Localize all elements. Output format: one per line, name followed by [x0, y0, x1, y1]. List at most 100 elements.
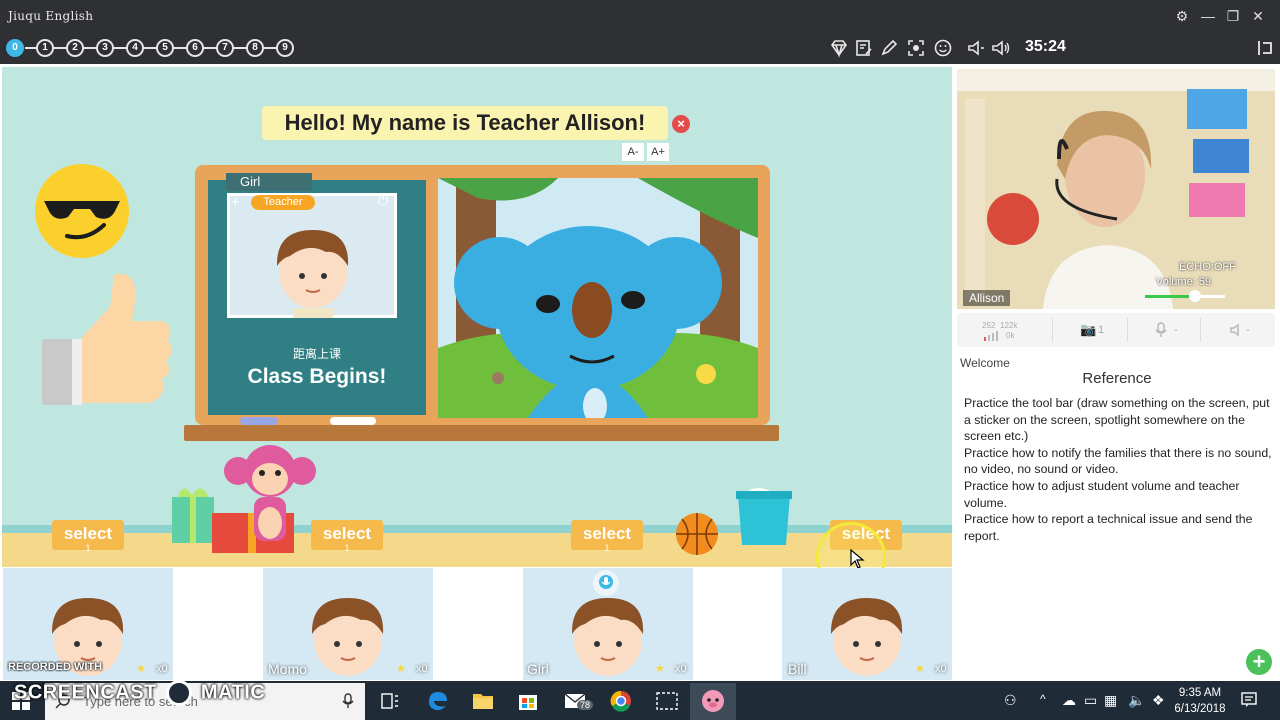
teacher-role-badge: Teacher [251, 195, 315, 210]
select-slot-count: 1 [344, 543, 350, 553]
watermark-screencast: SCREENCAST [14, 681, 157, 704]
teacher-webcam-feed [957, 69, 1275, 309]
thumbs-up-sticker[interactable] [38, 267, 178, 417]
basketball-sticker[interactable] [674, 511, 720, 557]
student-name: Bill [788, 661, 807, 677]
sticker-smile-icon[interactable] [932, 37, 954, 59]
step-6[interactable]: 6 [186, 39, 204, 57]
step-8[interactable]: 8 [246, 39, 264, 57]
microphone-active-icon [599, 575, 613, 589]
divider [1052, 318, 1053, 342]
file-explorer-icon[interactable] [466, 686, 500, 716]
speaker-icon[interactable] [1229, 323, 1243, 337]
clock-time: 9:35 AM [1178, 687, 1222, 699]
clock-date: 6/13/2018 [1174, 703, 1226, 715]
step-3[interactable]: 3 [96, 39, 114, 57]
volume-down-icon[interactable] [965, 37, 987, 59]
reference-notes: Practice the tool bar (draw something on… [964, 395, 1272, 544]
edge-browser-icon[interactable] [421, 686, 455, 716]
restore-button[interactable]: ❐ [1223, 6, 1243, 26]
edit-document-icon[interactable] [853, 37, 875, 59]
close-window-button[interactable]: ✕ [1248, 6, 1268, 26]
student-avatar [571, 598, 644, 676]
system-clock[interactable]: 9:35 AM 6/13/2018 [1170, 685, 1230, 717]
add-button[interactable]: + [1246, 649, 1272, 675]
webcam-name-label: Allison [963, 290, 1011, 306]
step-4[interactable]: 4 [126, 39, 144, 57]
jiuqu-app-icon[interactable] [696, 686, 730, 716]
star-icon: ★ [915, 663, 925, 675]
class-status: Class Begins! [247, 365, 387, 388]
volume-label: Volume: 59 [1156, 276, 1212, 288]
dropbox-icon[interactable]: ❖ [1152, 692, 1165, 709]
reference-line: Practice how to report a technical issue… [964, 512, 1253, 543]
student-avatar [311, 598, 384, 676]
lesson-video-scene[interactable] [438, 178, 758, 418]
show-hidden-icons-chevron-up-icon[interactable]: ^ [1040, 692, 1046, 706]
step-1[interactable]: 1 [36, 39, 54, 57]
step-0[interactable]: 0 [6, 39, 24, 57]
battery-icon[interactable]: ▭ [1084, 692, 1097, 709]
monkey-with-gifts [172, 445, 316, 553]
exit-class-icon[interactable] [1254, 37, 1276, 59]
close-icon[interactable]: × [672, 115, 690, 133]
speaking-indicator [593, 570, 619, 596]
title-bar: Jiuqu English ⚙ — ❐ ✕ [0, 0, 1280, 32]
student-video-tile[interactable] [782, 568, 952, 680]
diamond-icon[interactable] [828, 37, 850, 59]
people-icon[interactable]: ⚇ [1004, 692, 1017, 709]
minimize-button[interactable]: — [1198, 6, 1218, 26]
reference-line: Practice how to notify the families that… [964, 445, 1272, 477]
boy-avatar [276, 230, 349, 318]
speaker-tray-icon[interactable]: 🔈 [1128, 692, 1145, 709]
network-icon[interactable]: ▦ [1104, 692, 1117, 709]
volume-up-icon[interactable] [990, 37, 1012, 59]
snipping-tool-icon[interactable] [650, 686, 684, 716]
pen-icon[interactable] [878, 37, 900, 59]
store-icon[interactable] [511, 686, 545, 716]
student-avatar [830, 598, 903, 676]
chrome-icon[interactable] [604, 686, 638, 716]
recorder-watermark-line1: RECORDED WITH [8, 661, 103, 673]
star-icon: ★ [136, 663, 146, 675]
step-5[interactable]: 5 [156, 39, 174, 57]
font-decrease-button[interactable]: A- [622, 143, 644, 161]
welcome-label: Welcome [960, 356, 1010, 370]
camera-icon[interactable]: 📷 [1080, 322, 1096, 338]
echo-status: ECHO:OFF [1179, 261, 1236, 273]
speaker-level: - [1246, 324, 1250, 336]
microphone-icon[interactable] [1155, 322, 1167, 338]
student-star-count: x0 [416, 663, 428, 675]
recorder-watermark-line2: SCREENCAST MATIC [14, 680, 265, 706]
stage-floor-line [2, 525, 952, 533]
power-icon[interactable]: ⏻ [378, 193, 388, 209]
voice-search-icon[interactable] [342, 693, 354, 709]
add-icon[interactable]: + [231, 194, 240, 211]
teacher-webcam-image [957, 69, 1275, 309]
chalk-white [330, 417, 376, 425]
step-7[interactable]: 7 [216, 39, 234, 57]
upload-stat: 252 [982, 321, 996, 330]
settings-gear-icon[interactable]: ⚙ [1172, 6, 1192, 26]
mouse-pointer-icon [850, 548, 865, 569]
cool-emoji-sticker[interactable] [32, 161, 132, 261]
download-stat: 122k [1000, 321, 1018, 330]
onedrive-icon[interactable]: ☁ [1062, 692, 1076, 709]
task-view-icon[interactable] [373, 686, 407, 716]
spotlight-icon[interactable] [905, 37, 927, 59]
star-icon: ★ [655, 663, 665, 675]
signal-bars-icon [984, 331, 998, 341]
reference-title: Reference [1082, 370, 1152, 387]
font-increase-button[interactable]: A+ [647, 143, 669, 161]
reference-line: Practice the tool bar (draw something on… [964, 396, 1270, 444]
divider [1200, 318, 1201, 342]
loss-stat: 0k [1006, 331, 1015, 340]
step-9[interactable]: 9 [276, 39, 294, 57]
step-2[interactable]: 2 [66, 39, 84, 57]
trash-bin-icon[interactable] [734, 487, 794, 549]
board-shelf [184, 425, 779, 441]
teacher-greeting-banner[interactable]: Hello! My name is Teacher Allison! [262, 106, 668, 140]
action-center-icon[interactable] [1240, 691, 1258, 709]
record-logo-icon [165, 680, 192, 706]
teacher-avatar-card [227, 193, 397, 318]
